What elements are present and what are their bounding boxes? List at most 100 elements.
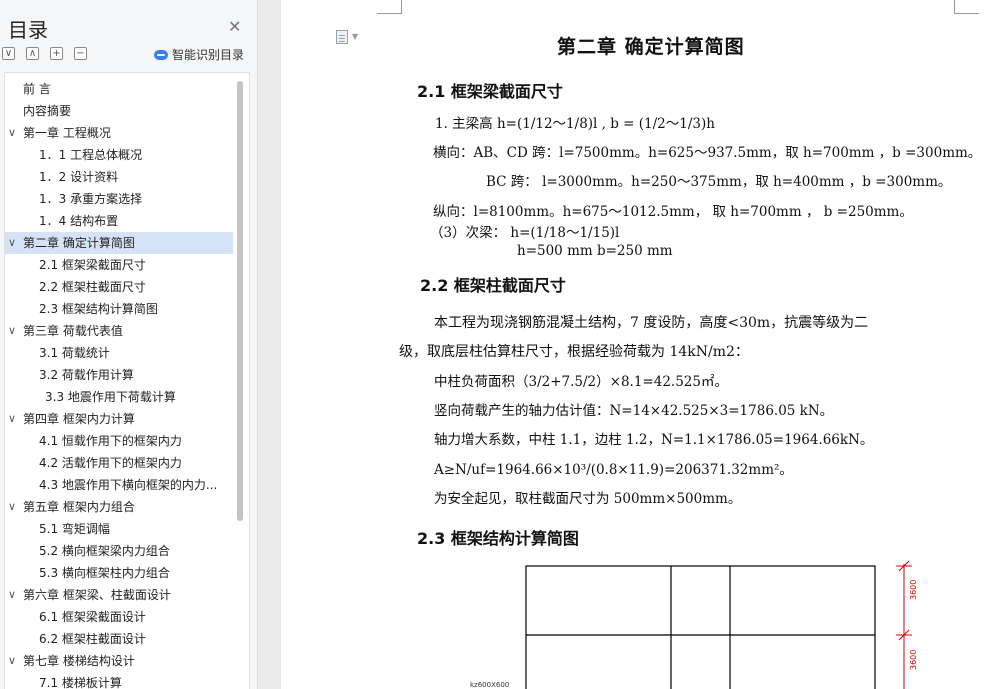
chevron-down-icon[interactable]: ∨: [8, 584, 16, 606]
smart-toc-button[interactable]: 智能识别目录: [154, 46, 244, 63]
toc-item[interactable]: 4.1 恒载作用下的框架内力: [5, 430, 233, 452]
toc-scrollbar[interactable]: [237, 81, 243, 521]
column-line-1: 本工程为现浇钢筋混凝土结构，7 度设防，高度<30m，抗震等级为二: [434, 315, 869, 331]
toc-item-label: 第二章 确定计算简图: [23, 236, 135, 250]
beam-line-1: 1. 主梁高 h=(1/12～1/8)l , b = (1/2～1/3)h: [435, 116, 715, 132]
toc-item[interactable]: ∨ 第四章 框架内力计算: [5, 408, 233, 430]
toc-item-label: 第五章 框架内力组合: [23, 500, 135, 514]
section-2-2-title: 2.2 框架柱截面尺寸: [420, 276, 566, 295]
chevron-down-icon[interactable]: ∨: [8, 320, 16, 342]
toc-item-label: 3.1 荷载统计: [39, 346, 110, 360]
column-line-5: 轴力增大系数，中柱 1.1，边柱 1.2，N=1.1×1786.05=1964.…: [434, 432, 874, 448]
chevron-down-icon[interactable]: ∨: [8, 122, 16, 144]
toc-sidebar: 目录 ✕ ∨ ∧ + − 智能识别目录 前 言内容摘要 ∨ 第一章 工程概况 1．1 …: [0, 0, 258, 689]
toc-item-label: 4.1 恒载作用下的框架内力: [39, 434, 182, 448]
toc-item-label: 1．2 设计资料: [39, 170, 119, 184]
document-icon[interactable]: [336, 30, 348, 44]
toc-item-label: 2.2 框架柱截面尺寸: [39, 280, 146, 294]
toc-item[interactable]: 2.3 框架结构计算简图: [5, 298, 233, 320]
toc-item-label: 3.2 荷载作用计算: [39, 368, 134, 382]
toc-item[interactable]: ∨ 第六章 框架梁、柱截面设计: [5, 584, 233, 606]
toc-item[interactable]: 2.2 框架柱截面尺寸: [5, 276, 233, 298]
toc-item[interactable]: 4.2 活载作用下的框架内力: [5, 452, 233, 474]
column-line-4: 竖向荷载产生的轴力估计值：N=14×42.525×3=1786.05 kN。: [434, 403, 834, 419]
toc-item[interactable]: 6.1 框架梁截面设计: [5, 606, 233, 628]
toc-item-label: 2.3 框架结构计算简图: [39, 302, 158, 316]
toc-item-label: 第四章 框架内力计算: [23, 412, 135, 426]
toc-item-label: 3.3 地震作用下荷载计算: [45, 390, 176, 404]
toc-item[interactable]: ∨ 第二章 确定计算简图: [5, 232, 233, 254]
toc-item[interactable]: 4.3 地震作用下横向框架的内力...: [5, 474, 233, 496]
beam-line-3: BC 跨： l=3000mm。h=250～375mm，取 h=400mm ，b …: [486, 174, 952, 190]
frame-outline: [525, 565, 876, 689]
add-level-icon[interactable]: +: [50, 47, 63, 60]
toc-item-label: 5.1 弯矩调幅: [39, 522, 110, 536]
toc-item-label: 6.2 框架柱截面设计: [39, 632, 146, 646]
toc-item[interactable]: 1．4 结构布置: [5, 210, 233, 232]
toc-item-label: 1．1 工程总体概况: [39, 148, 143, 162]
toc-item[interactable]: ∨ 第七章 楼梯结构设计: [5, 650, 233, 672]
dimension-label-mid: 3600: [909, 650, 918, 670]
toc-item[interactable]: ∨ 第一章 工程概况: [5, 122, 233, 144]
crop-mark-left: [377, 0, 402, 14]
chevron-down-icon[interactable]: ∨: [8, 232, 16, 254]
crop-mark-right: [954, 0, 979, 14]
close-icon[interactable]: ✕: [228, 17, 241, 36]
toc-item-label: 1．3 承重方案选择: [39, 192, 143, 206]
chevron-down-icon[interactable]: ▼: [352, 32, 358, 41]
toc-item[interactable]: 3.1 荷载统计: [5, 342, 233, 364]
toc-item[interactable]: 3.3 地震作用下荷载计算: [5, 386, 233, 408]
toc-item[interactable]: 5.2 横向框架梁内力组合: [5, 540, 233, 562]
chevron-down-icon[interactable]: ∨: [8, 650, 16, 672]
toc-item[interactable]: 5.3 横向框架柱内力组合: [5, 562, 233, 584]
toc-item-label: 第一章 工程概况: [23, 126, 111, 140]
toc-item[interactable]: 5.1 弯矩调幅: [5, 518, 233, 540]
toc-item-label: 7.1 楼梯板计算: [39, 676, 122, 689]
toc-item-label: 第七章 楼梯结构设计: [23, 654, 135, 668]
toc-item[interactable]: 前 言: [5, 78, 233, 100]
toc-item[interactable]: 1．3 承重方案选择: [5, 188, 233, 210]
toc-item[interactable]: 3.2 荷载作用计算: [5, 364, 233, 386]
toc-item-label: 第三章 荷载代表值: [23, 324, 123, 338]
column-line-3: 中柱负荷面积（3/2+7.5/2）×8.1=42.525㎡。: [434, 374, 728, 390]
beam-line-6: h=500 mm b=250 mm: [517, 243, 673, 259]
column-size-label: kz600X600: [470, 681, 509, 689]
chevron-down-icon[interactable]: ∨: [8, 408, 16, 430]
chevron-down-icon[interactable]: ∨: [8, 496, 16, 518]
toc-item[interactable]: 6.2 框架柱截面设计: [5, 628, 233, 650]
toc-item[interactable]: 1．2 设计资料: [5, 166, 233, 188]
column-line-2: 级，取底层柱估算柱尺寸，根据经验荷载为 14kN/m2：: [399, 344, 749, 360]
toc-item-label: 1．4 结构布置: [39, 214, 119, 228]
chapter-title: 第二章 确定计算简图: [557, 36, 745, 58]
column-line-7: 为安全起见，取柱截面尺寸为 500mm×500mm。: [434, 491, 742, 507]
toc-item-label: 4.2 活载作用下的框架内力: [39, 456, 182, 470]
toc-item-label: 6.1 框架梁截面设计: [39, 610, 146, 624]
smart-toc-icon: [154, 49, 168, 60]
beam-line-4: 纵向：l=8100mm。h=675～1012.5mm， 取 h=700mm ， …: [433, 204, 913, 220]
toc-item-label: 第六章 框架梁、柱截面设计: [23, 588, 171, 602]
toc-item-label: 4.3 地震作用下横向框架的内力...: [39, 478, 218, 492]
column-line-6: A≥N/uf=1964.66×10³/(0.8×11.9)=206371.32m…: [434, 462, 793, 478]
smart-toc-label: 智能识别目录: [172, 48, 245, 62]
toc-item[interactable]: ∨ 第五章 框架内力组合: [5, 496, 233, 518]
toc-item-label: 2.1 框架梁截面尺寸: [39, 258, 146, 272]
collapse-all-icon[interactable]: ∨: [2, 47, 15, 60]
toc-item[interactable]: 2.1 框架梁截面尺寸: [5, 254, 233, 276]
section-2-1-title: 2.1 框架梁截面尺寸: [417, 82, 563, 101]
section-2-3-title: 2.3 框架结构计算简图: [417, 529, 579, 548]
toc-item-label: 5.2 横向框架梁内力组合: [39, 544, 170, 558]
toc-item[interactable]: ∨ 第三章 荷载代表值: [5, 320, 233, 342]
document-area: ▼ 第二章 确定计算简图 2.1 框架梁截面尺寸 1. 主梁高 h=(1/12～…: [259, 0, 998, 689]
document-page: ▼ 第二章 确定计算简图 2.1 框架梁截面尺寸 1. 主梁高 h=(1/12～…: [281, 0, 998, 689]
beam-line-2: 横向：AB、CD 跨：l=7500mm。h=625～937.5mm，取 h=70…: [433, 145, 982, 161]
toc-item[interactable]: 内容摘要: [5, 100, 233, 122]
toc-item-label: 内容摘要: [23, 104, 72, 118]
toc-item[interactable]: 1．1 工程总体概况: [5, 144, 233, 166]
remove-level-icon[interactable]: −: [74, 47, 87, 60]
toc-item-label: 5.3 横向框架柱内力组合: [39, 566, 170, 580]
toc-panel: 前 言内容摘要 ∨ 第一章 工程概况 1．1 工程总体概况 1．2 设计资料 1．3 承重…: [4, 72, 250, 689]
toc-item[interactable]: 7.1 楼梯板计算: [5, 672, 233, 689]
beam-line-5: （3）次梁： h=(1/18～1/15)l: [430, 225, 620, 241]
toc-item-label: 前 言: [23, 82, 51, 96]
expand-up-icon[interactable]: ∧: [26, 47, 39, 60]
